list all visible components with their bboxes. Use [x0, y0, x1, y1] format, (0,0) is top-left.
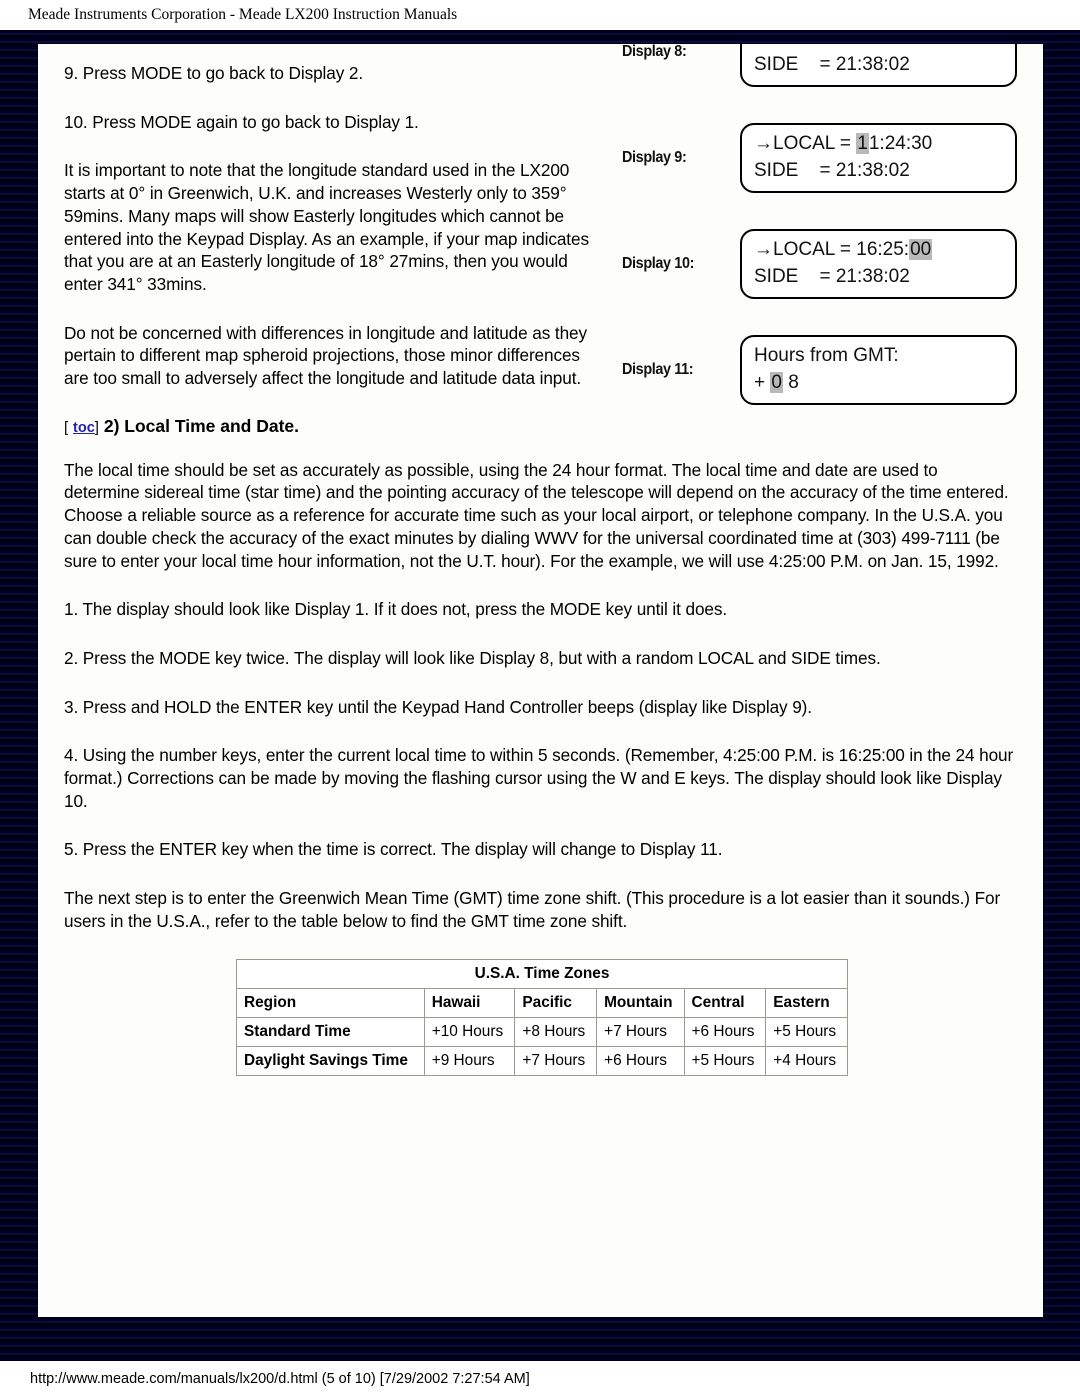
- table-row: Standard Time +10 Hours +8 Hours +7 Hour…: [236, 1016, 848, 1047]
- cell-daylight-hawaii: +9 Hours: [423, 1045, 516, 1076]
- display-label-8: Display 8:: [622, 44, 687, 60]
- cell-daylight-pacific: +7 Hours: [514, 1045, 598, 1076]
- lcd-text-pre: →LOCAL =: [754, 132, 857, 154]
- cell-standard-central: +6 Hours: [683, 1016, 767, 1047]
- table-header-hawaii: Hawaii: [423, 987, 516, 1018]
- timezone-table-wrapper: U.S.A. Time Zones Region Hawaii Pacific …: [236, 958, 848, 1076]
- lcd-line-2: SIDE = 21:38:02: [754, 265, 910, 287]
- display-row-8: Display 8: →LOCAL = 11:24:30 SIDE = 21:3…: [622, 44, 1017, 88]
- table-header-pacific: Pacific: [514, 987, 598, 1018]
- table-header-mountain: Mountain: [596, 987, 685, 1018]
- document-content-sheet: Display 8: →LOCAL = 11:24:30 SIDE = 21:3…: [38, 44, 1043, 1317]
- lcd-panel-11: Hours from GMT: + 0 8: [740, 334, 1017, 406]
- table-header-region: Region: [236, 987, 425, 1018]
- lcd-cursor-block: 0: [770, 371, 783, 393]
- row-label-daylight-savings-time: Daylight Savings Time: [236, 1045, 425, 1076]
- lcd-text-post: 11:24:30: [856, 44, 929, 48]
- table-header-row: Region Hawaii Pacific Mountain Central E…: [236, 987, 848, 1018]
- cell-daylight-eastern: +4 Hours: [765, 1045, 848, 1076]
- lcd-text-pre: →LOCAL = 16:25:: [754, 238, 910, 260]
- section-heading-title: 2) Local Time and Date.: [103, 415, 299, 436]
- cell-standard-mountain: +7 Hours: [596, 1016, 685, 1047]
- table-header-eastern: Eastern: [765, 987, 848, 1018]
- table-title-row: U.S.A. Time Zones: [236, 958, 848, 989]
- lcd-text-pre: +: [754, 371, 771, 393]
- lcd-line-2: SIDE = 21:38:02: [754, 159, 910, 181]
- page-border-frame: Display 8: →LOCAL = 11:24:30 SIDE = 21:3…: [0, 30, 1080, 1361]
- lcd-display-column: Display 8: →LOCAL = 11:24:30 SIDE = 21:3…: [622, 44, 1017, 406]
- lcd-text-pre: →LOCAL =: [754, 44, 856, 48]
- lcd-cursor-block: 00: [909, 238, 933, 260]
- instruction-step-2: 2. Press the MODE key twice. The display…: [64, 647, 881, 668]
- display-row-11: Display 11: Hours from GMT: + 0 8: [622, 334, 1017, 406]
- lcd-line-1: Hours from GMT:: [754, 344, 899, 366]
- usa-time-zones-table: U.S.A. Time Zones Region Hawaii Pacific …: [236, 958, 848, 1076]
- section-heading: [ toc] 2) Local Time and Date.: [64, 416, 1017, 437]
- paragraph-local-time: The local time should be set as accurate…: [64, 459, 1009, 571]
- display-row-9: Display 9: →LOCAL = 11:24:30 SIDE = 21:3…: [622, 122, 1017, 194]
- display-label-10: Display 10:: [622, 255, 695, 272]
- lcd-panel-9: →LOCAL = 11:24:30 SIDE = 21:38:02: [740, 122, 1017, 194]
- table-header-central: Central: [683, 987, 767, 1018]
- lcd-line-2: + 0 8: [754, 370, 1005, 397]
- instruction-step-5: 5. Press the ENTER key when the time is …: [64, 839, 723, 860]
- lcd-cursor-block: 1: [856, 132, 869, 154]
- row-label-standard-time: Standard Time: [236, 1016, 425, 1047]
- cell-daylight-mountain: +6 Hours: [596, 1045, 685, 1076]
- table-title: U.S.A. Time Zones: [236, 958, 848, 989]
- toc-link[interactable]: toc: [73, 420, 95, 436]
- lcd-panel-10: →LOCAL = 16:25:00 SIDE = 21:38:02: [740, 228, 1017, 300]
- cell-standard-hawaii: +10 Hours: [423, 1016, 516, 1047]
- display-row-10: Display 10: →LOCAL = 16:25:00 SIDE = 21:…: [622, 228, 1017, 300]
- bracket-open: [: [64, 418, 69, 436]
- lcd-line-1: →LOCAL = 16:25:00: [754, 237, 1005, 264]
- display-label-11: Display 11:: [622, 361, 694, 378]
- lcd-panel-8: →LOCAL = 11:24:30 SIDE = 21:38:02: [740, 44, 1017, 88]
- window-title: Meade Instruments Corporation - Meade LX…: [0, 0, 1080, 30]
- display-label-9: Display 9:: [622, 149, 687, 166]
- cell-standard-pacific: +8 Hours: [514, 1016, 598, 1047]
- instruction-step-4: 4. Using the number keys, enter the curr…: [64, 745, 1014, 811]
- table-row: Daylight Savings Time +9 Hours +7 Hours …: [236, 1045, 848, 1076]
- lcd-line-2: SIDE = 21:38:02: [754, 53, 910, 75]
- bracket-close: ]: [94, 418, 99, 436]
- cell-standard-eastern: +5 Hours: [765, 1016, 848, 1047]
- cell-daylight-central: +5 Hours: [683, 1045, 767, 1076]
- lcd-line-1: →LOCAL = 11:24:30: [754, 44, 1005, 52]
- lcd-text-post: 1:24:30: [868, 132, 933, 154]
- instruction-step-3: 3. Press and HOLD the ENTER key until th…: [64, 696, 812, 717]
- status-bar-url: http://www.meade.com/manuals/lx200/d.htm…: [0, 1361, 1080, 1397]
- lcd-line-1: →LOCAL = 11:24:30: [754, 131, 1005, 158]
- paragraph-gmt-shift: The next step is to enter the Greenwich …: [64, 888, 1001, 931]
- instruction-step-1: 1. The display should look like Display …: [64, 599, 728, 620]
- lcd-text-post: 8: [782, 371, 799, 393]
